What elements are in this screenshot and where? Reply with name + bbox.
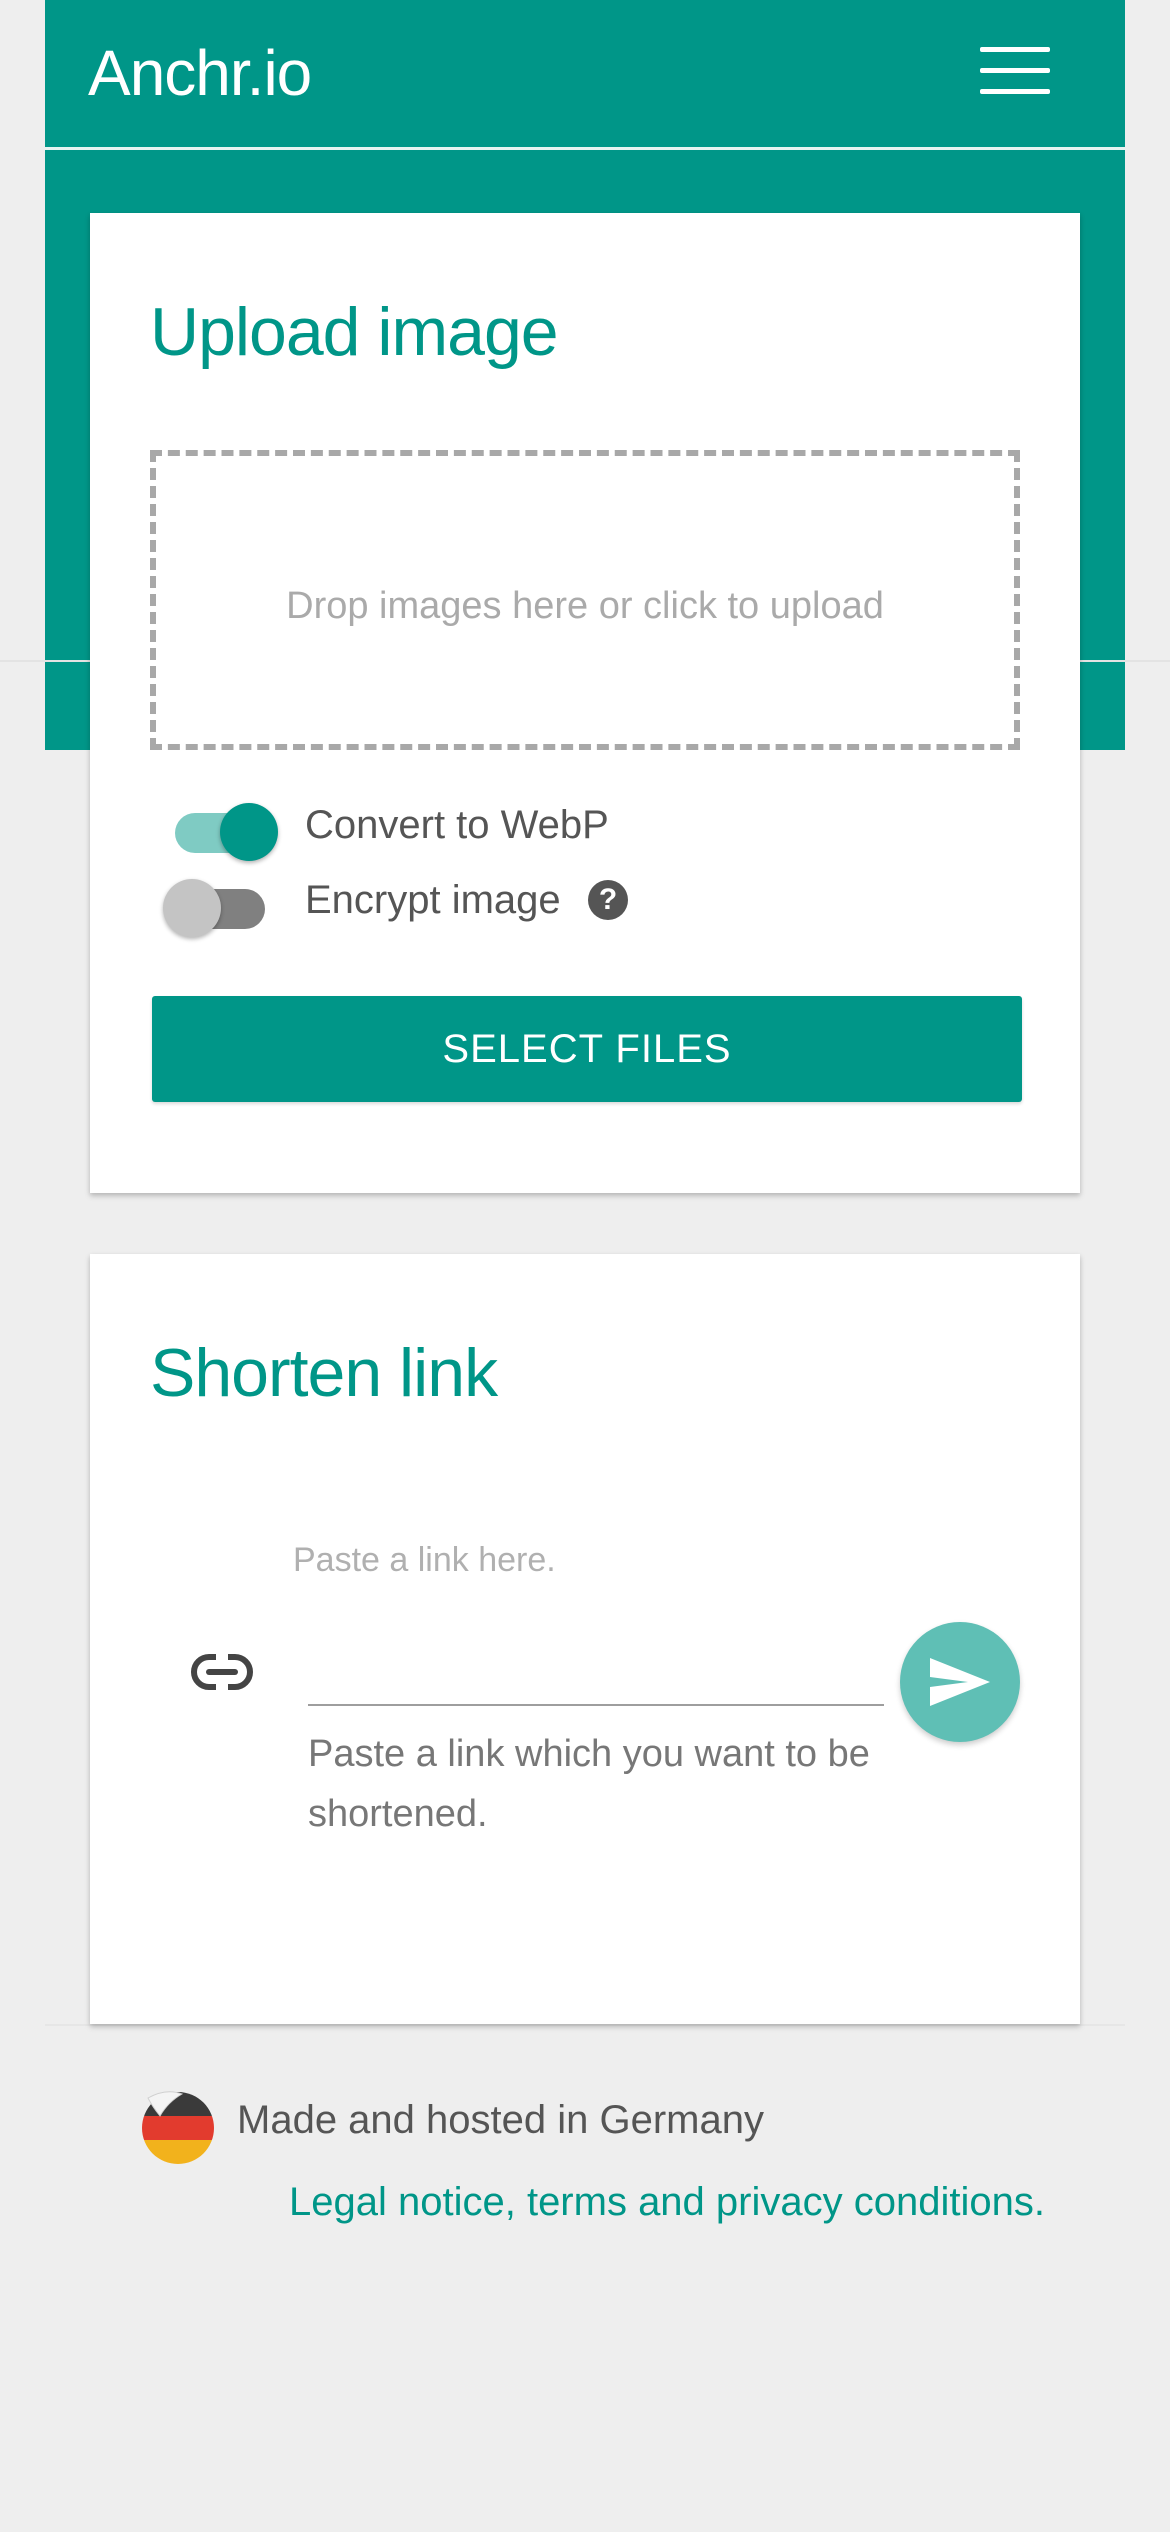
encrypt-image-toggle[interactable] xyxy=(163,879,265,937)
select-files-button[interactable]: SELECT FILES xyxy=(152,996,1022,1102)
toggle-thumb xyxy=(220,803,278,861)
upload-image-card: Upload image Drop images here or click t… xyxy=(90,213,1080,1193)
send-icon xyxy=(930,1658,990,1706)
link-input[interactable] xyxy=(308,1634,884,1706)
link-helper-text: Paste a link which you want to be shorte… xyxy=(308,1733,870,1835)
dropzone-text: Drop images here or click to upload xyxy=(286,584,884,627)
send-button[interactable] xyxy=(900,1622,1020,1742)
link-input-label: Paste a link here. xyxy=(293,1541,556,1579)
link-icon xyxy=(191,1652,253,1692)
divider xyxy=(45,2024,1125,2026)
legal-notice-link[interactable]: Legal notice, terms and privacy conditio… xyxy=(289,2180,1045,2225)
shorten-link-card: Shorten link Paste a link here. Paste a … xyxy=(90,1254,1080,2024)
convert-webp-label[interactable]: Convert to WebP xyxy=(305,803,609,848)
hamburger-menu-icon[interactable] xyxy=(980,45,1050,97)
image-dropzone[interactable]: Drop images here or click to upload xyxy=(150,450,1020,750)
question-circle-icon[interactable]: ? xyxy=(588,880,628,920)
brand-logo[interactable]: Anchr.io xyxy=(88,36,312,110)
encrypt-image-label[interactable]: Encrypt image xyxy=(305,878,561,923)
convert-webp-toggle[interactable] xyxy=(175,803,278,861)
germany-flag-icon xyxy=(142,2091,214,2164)
upload-card-title: Upload image xyxy=(150,294,559,370)
made-in-germany-text: Made and hosted in Germany xyxy=(237,2098,764,2142)
toggle-thumb xyxy=(163,879,221,937)
shorten-card-title: Shorten link xyxy=(150,1335,498,1411)
top-app-bar: Anchr.io xyxy=(45,0,1125,150)
